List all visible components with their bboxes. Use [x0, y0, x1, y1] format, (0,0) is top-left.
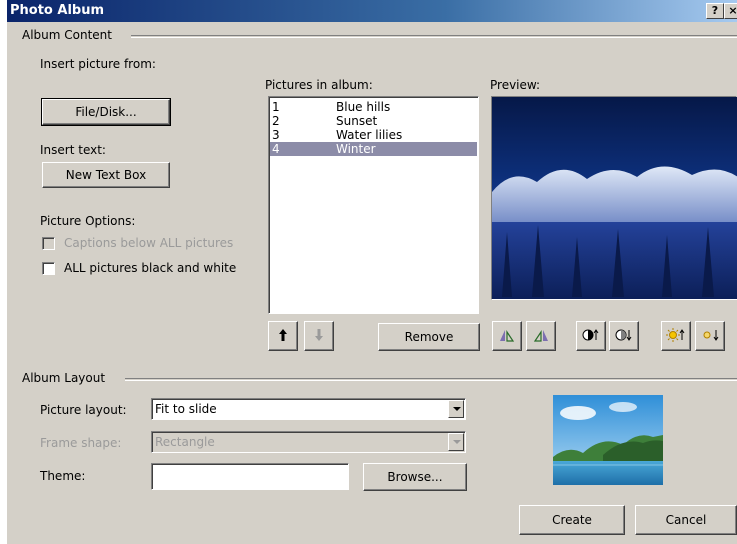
- picture-number: 3: [272, 128, 280, 142]
- frame-shape-label: Frame shape:: [40, 436, 122, 450]
- pictures-in-album-label: Pictures in album:: [265, 78, 373, 92]
- picture-layout-value: Fit to slide: [155, 402, 217, 416]
- picture-name: Winter: [336, 142, 376, 156]
- picture-name: Blue hills: [336, 100, 391, 114]
- arrow-up-icon: [279, 328, 287, 341]
- list-item-selected[interactable]: 4 Winter: [270, 142, 477, 156]
- picture-layout-label: Picture layout:: [40, 403, 127, 417]
- less-contrast-icon: [615, 329, 632, 341]
- arrow-down-icon: [315, 328, 323, 341]
- insert-picture-label: Insert picture from:: [40, 57, 156, 71]
- list-item[interactable]: 3 Water lilies: [270, 128, 477, 142]
- picture-number: 2: [272, 114, 280, 128]
- picture-number: 1: [272, 100, 280, 114]
- frame-shape-dropdown[interactable]: Rectangle: [151, 431, 466, 453]
- rotate-right-icon: [533, 329, 548, 342]
- picture-name: Water lilies: [336, 128, 403, 142]
- pictures-list[interactable]: 1 Blue hills 2 Sunset 3 Water lilies 4 W…: [268, 96, 479, 314]
- rotate-left-button[interactable]: [492, 321, 522, 351]
- rotate-right-button[interactable]: [526, 321, 556, 351]
- browse-button[interactable]: Browse...: [363, 463, 467, 491]
- cancel-button[interactable]: Cancel: [635, 505, 737, 535]
- album-layout-divider: [125, 378, 737, 381]
- less-contrast-button[interactable]: [609, 321, 639, 351]
- theme-label: Theme:: [40, 469, 86, 483]
- move-up-button[interactable]: [268, 321, 298, 351]
- more-brightness-icon: [666, 327, 685, 342]
- layout-preview-image: [553, 395, 663, 485]
- picture-layout-dropdown[interactable]: Fit to slide: [151, 398, 466, 420]
- preview-image: [492, 97, 737, 299]
- more-contrast-button[interactable]: [576, 321, 606, 351]
- list-item[interactable]: 2 Sunset: [270, 114, 477, 128]
- captions-checkbox[interactable]: [42, 237, 55, 250]
- layout-preview-thumbnail: [553, 395, 663, 485]
- remove-button[interactable]: Remove: [378, 323, 480, 351]
- close-button[interactable]: ×: [724, 3, 737, 19]
- preview-label: Preview:: [490, 78, 541, 92]
- create-button[interactable]: Create: [519, 505, 625, 535]
- dialog-title: Photo Album: [10, 3, 105, 18]
- chevron-down-icon[interactable]: [448, 400, 464, 418]
- black-white-checkbox-label: ALL pictures black and white: [64, 261, 237, 275]
- list-item[interactable]: 1 Blue hills: [270, 100, 477, 114]
- album-layout-group-label: Album Layout: [22, 371, 106, 385]
- frame-shape-value: Rectangle: [155, 435, 215, 449]
- black-white-checkbox[interactable]: [42, 262, 55, 275]
- more-brightness-button[interactable]: [661, 321, 691, 351]
- file-disk-button[interactable]: File/Disk...: [41, 98, 171, 126]
- photo-album-dialog: Photo Album ? × Album Content Insert pic…: [7, 0, 737, 544]
- album-content-divider: [131, 35, 737, 38]
- more-contrast-icon: [582, 328, 599, 340]
- picture-number: 4: [272, 142, 280, 156]
- title-bar[interactable]: Photo Album ? ×: [7, 0, 737, 22]
- background-strip: [0, 0, 7, 544]
- new-text-box-button[interactable]: New Text Box: [42, 162, 170, 188]
- picture-name: Sunset: [336, 114, 378, 128]
- less-brightness-button[interactable]: [695, 321, 725, 351]
- rotate-left-icon: [500, 329, 515, 342]
- help-button[interactable]: ?: [706, 3, 724, 19]
- theme-input[interactable]: [151, 463, 349, 490]
- picture-options-label: Picture Options:: [40, 214, 136, 228]
- move-down-button[interactable]: [304, 321, 334, 351]
- insert-text-label: Insert text:: [40, 143, 106, 157]
- chevron-down-icon[interactable]: [448, 433, 464, 451]
- less-brightness-icon: [703, 329, 719, 341]
- album-content-group-label: Album Content: [22, 28, 112, 42]
- preview-pane: [491, 96, 737, 300]
- captions-checkbox-label: Captions below ALL pictures: [64, 236, 234, 250]
